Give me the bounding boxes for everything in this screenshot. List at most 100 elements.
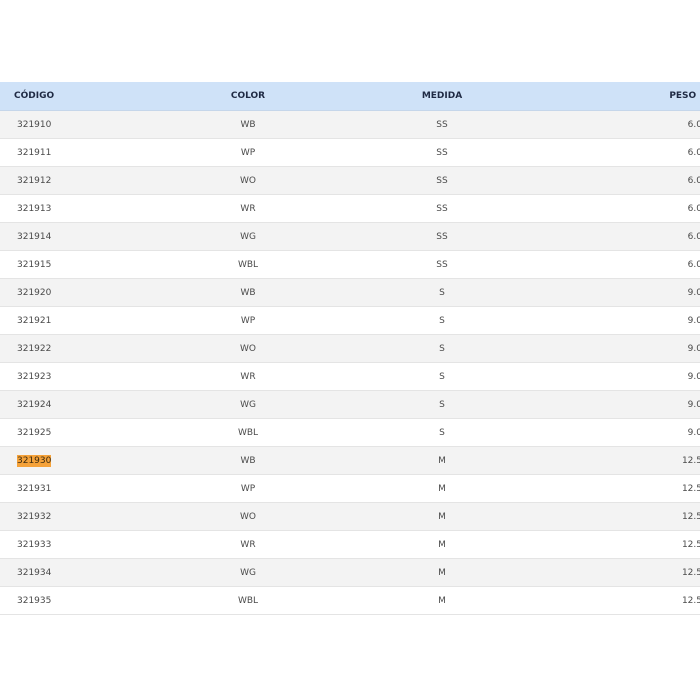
cell-weight: 9.0 bbox=[542, 278, 700, 307]
header-weight[interactable]: PESO (g) bbox=[542, 82, 700, 111]
table-row: 321910 WB SS 6.0 bbox=[0, 110, 700, 139]
cell-code: 321914 bbox=[0, 222, 154, 251]
cell-color: WBL bbox=[154, 418, 342, 447]
code-text: 321922 bbox=[17, 343, 52, 354]
cell-code: 321925 bbox=[0, 418, 154, 447]
code-text: 321914 bbox=[17, 231, 52, 242]
code-text: 321933 bbox=[17, 539, 52, 550]
cell-weight: 9.0 bbox=[542, 334, 700, 363]
table-row: 321932 WO M 12.5 bbox=[0, 502, 700, 531]
cell-code: 321913 bbox=[0, 194, 154, 223]
cell-color: WB bbox=[154, 110, 342, 139]
code-text: 321911 bbox=[17, 147, 52, 158]
cell-color: WR bbox=[154, 530, 342, 559]
cell-weight: 12.5 bbox=[542, 586, 700, 615]
table-row: 321931 WP M 12.5 bbox=[0, 474, 700, 503]
table-row: 321920 WB S 9.0 bbox=[0, 278, 700, 307]
cell-color: WR bbox=[154, 362, 342, 391]
cell-code: 321931 bbox=[0, 474, 154, 503]
code-text: 321932 bbox=[17, 511, 52, 522]
table-row: 321911 WP SS 6.0 bbox=[0, 138, 700, 167]
cell-code: 321915 bbox=[0, 250, 154, 279]
cell-size: SS bbox=[342, 110, 542, 139]
cell-weight: 12.5 bbox=[542, 502, 700, 531]
cell-weight: 6.0 bbox=[542, 222, 700, 251]
cell-size: M bbox=[342, 586, 542, 615]
cell-code: 321921 bbox=[0, 306, 154, 335]
code-text: 321912 bbox=[17, 175, 52, 186]
cell-code: 321935 bbox=[0, 586, 154, 615]
cell-weight: 6.0 bbox=[542, 250, 700, 279]
cell-size: M bbox=[342, 558, 542, 587]
code-text: 321915 bbox=[17, 259, 52, 270]
cell-size: S bbox=[342, 278, 542, 307]
cell-color: WB bbox=[154, 446, 342, 475]
table-row: 321934 WG M 12.5 bbox=[0, 558, 700, 587]
table-header-row: CÓDIGO COLOR MEDIDA PESO (g) bbox=[0, 82, 700, 111]
header-color[interactable]: COLOR bbox=[154, 82, 342, 111]
cell-color: WBL bbox=[154, 250, 342, 279]
header-code[interactable]: CÓDIGO bbox=[0, 82, 154, 111]
product-spec-table: CÓDIGO COLOR MEDIDA PESO (g) 321910WBSS6… bbox=[0, 82, 700, 615]
cell-code: 321930 bbox=[0, 446, 154, 475]
table-row: 321914 WG SS 6.0 bbox=[0, 222, 700, 251]
code-text: 321921 bbox=[17, 315, 52, 326]
table-row: 321935 WBL M 12.5 bbox=[0, 586, 700, 615]
cell-color: WG bbox=[154, 222, 342, 251]
cell-weight: 9.0 bbox=[542, 418, 700, 447]
code-text: 321925 bbox=[17, 427, 52, 438]
table-row: 321921 WP S 9.0 bbox=[0, 306, 700, 335]
code-text: 321924 bbox=[17, 399, 52, 410]
table-row: 321922 WO S 9.0 bbox=[0, 334, 700, 363]
cell-color: WP bbox=[154, 306, 342, 335]
cell-code: 321911 bbox=[0, 138, 154, 167]
code-text: 321923 bbox=[17, 371, 52, 382]
header-size[interactable]: MEDIDA bbox=[342, 82, 542, 111]
cell-weight: 12.5 bbox=[542, 530, 700, 559]
cell-code: 321920 bbox=[0, 278, 154, 307]
table-row: 321925 WBL S 9.0 bbox=[0, 418, 700, 447]
cell-color: WO bbox=[154, 334, 342, 363]
cell-size: S bbox=[342, 390, 542, 419]
cell-size: M bbox=[342, 474, 542, 503]
cell-weight: 12.5 bbox=[542, 446, 700, 475]
cell-weight: 12.5 bbox=[542, 558, 700, 587]
cell-weight: 9.0 bbox=[542, 390, 700, 419]
cell-code: 321910 bbox=[0, 110, 154, 139]
cell-size: M bbox=[342, 530, 542, 559]
code-text: 321910 bbox=[17, 119, 52, 130]
highlighted-code: 321930 bbox=[17, 454, 52, 467]
cell-size: S bbox=[342, 306, 542, 335]
cell-size: S bbox=[342, 418, 542, 447]
cell-color: WO bbox=[154, 166, 342, 195]
cell-color: WG bbox=[154, 558, 342, 587]
cell-weight: 6.0 bbox=[542, 166, 700, 195]
cell-size: SS bbox=[342, 222, 542, 251]
code-text: 321934 bbox=[17, 567, 52, 578]
cell-color: WB bbox=[154, 278, 342, 307]
cell-code: 321922 bbox=[0, 334, 154, 363]
table-row: 321915 WBL SS 6.0 bbox=[0, 250, 700, 279]
cell-size: M bbox=[342, 502, 542, 531]
table-row: 321924 WG S 9.0 bbox=[0, 390, 700, 419]
cell-size: S bbox=[342, 362, 542, 391]
cell-color: WP bbox=[154, 474, 342, 503]
cell-size: SS bbox=[342, 250, 542, 279]
cell-color: WG bbox=[154, 390, 342, 419]
cell-size: SS bbox=[342, 138, 542, 167]
code-text: 321931 bbox=[17, 483, 52, 494]
cell-code: 321923 bbox=[0, 362, 154, 391]
cell-size: SS bbox=[342, 166, 542, 195]
cell-color: WR bbox=[154, 194, 342, 223]
cell-weight: 9.0 bbox=[542, 362, 700, 391]
cell-code: 321934 bbox=[0, 558, 154, 587]
cell-color: WO bbox=[154, 502, 342, 531]
cell-code: 321932 bbox=[0, 502, 154, 531]
cell-color: WP bbox=[154, 138, 342, 167]
code-text: 321913 bbox=[17, 203, 52, 214]
cell-weight: 6.0 bbox=[542, 194, 700, 223]
code-text: 321920 bbox=[17, 287, 52, 298]
cell-weight: 6.0 bbox=[542, 110, 700, 139]
cell-code: 321933 bbox=[0, 530, 154, 559]
cell-weight: 12.5 bbox=[542, 474, 700, 503]
